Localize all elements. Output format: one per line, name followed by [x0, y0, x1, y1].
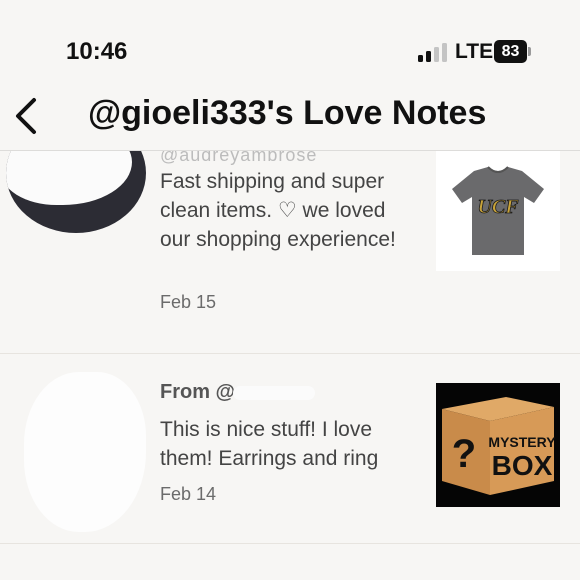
love-note-item[interactable]: @audreyambrose Fast shipping and super c…	[0, 151, 580, 353]
tshirt-logo: UCF	[477, 196, 519, 218]
avatar[interactable]	[6, 151, 146, 233]
status-bar: 10:46 LTE 83	[0, 0, 580, 90]
note-date: Feb 15	[160, 292, 217, 312]
note-text: This is nice stuff! I love them! Earring…	[160, 418, 379, 470]
question-mark: ?	[452, 432, 476, 476]
avatar-redaction	[6, 151, 132, 205]
mystery-box-item-image[interactable]: ? MYSTERY BOX	[436, 383, 560, 507]
love-notes-list[interactable]: @audreyambrose Fast shipping and super c…	[0, 151, 580, 580]
username-redaction	[233, 385, 316, 400]
love-note-item[interactable]: From @u This is nice stuff! I love them!…	[0, 353, 580, 544]
avatar[interactable]	[24, 372, 146, 532]
box-label: BOX	[492, 450, 553, 481]
signal-icon	[418, 43, 447, 62]
battery-tip	[528, 47, 531, 56]
status-time: 10:46	[66, 38, 128, 65]
battery-level: 83	[494, 40, 527, 63]
page-title: @gioeli333's Love Notes	[88, 94, 487, 132]
network-type: LTE	[455, 40, 494, 63]
mystery-label: MYSTERY	[488, 434, 556, 450]
list-divider	[0, 543, 580, 544]
note-text: Fast shipping and super clean items. ♡ w…	[160, 170, 396, 251]
nav-header: @gioeli333's Love Notes	[0, 90, 580, 151]
tshirt-item-image[interactable]: UCF	[436, 151, 560, 271]
back-chevron-icon[interactable]	[10, 94, 44, 138]
from-line[interactable]: From @u	[160, 381, 316, 404]
note-date: Feb 14	[160, 484, 217, 504]
reviewer-username[interactable]: @audreyambrose	[160, 151, 317, 166]
battery-icon: 83	[494, 40, 531, 63]
